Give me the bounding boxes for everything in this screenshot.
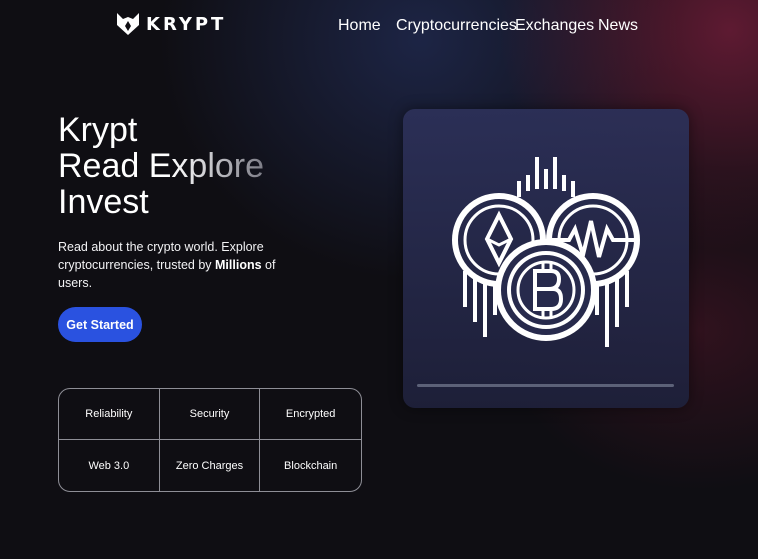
get-started-button[interactable]: Get Started	[58, 307, 142, 342]
hero-line-2: Read Explore	[58, 147, 265, 185]
feature-security: Security	[159, 389, 261, 440]
hero-heading: Krypt Read Explore Invest	[58, 112, 264, 220]
brand-name: KRYPT	[146, 13, 227, 35]
feature-web3: Web 3.0	[59, 440, 160, 491]
crypto-card	[403, 109, 689, 408]
nav-cryptocurrencies[interactable]: Cryptocurrencies	[396, 17, 517, 35]
nav-news[interactable]: News	[598, 17, 638, 35]
feature-zero-charges: Zero Charges	[160, 440, 261, 491]
nav-home[interactable]: Home	[338, 17, 381, 35]
hero-description: Read about the crypto world. Explore cry…	[58, 238, 288, 292]
hero-desc-bold: Millions	[215, 258, 262, 272]
fox-head-icon	[117, 13, 139, 35]
brand-logo[interactable]: KRYPT	[115, 11, 226, 37]
top-navbar: KRYPT Home Cryptocurrencies Exchanges Ne…	[0, 0, 758, 48]
feature-blockchain: Blockchain	[284, 459, 338, 472]
crypto-coins-icon	[452, 157, 640, 347]
nav-exchanges[interactable]: Exchanges	[515, 17, 594, 35]
hero-line-3: Invest	[58, 183, 149, 221]
feature-encrypted: Encrypted	[260, 389, 361, 440]
hero-line-1: Krypt	[58, 111, 138, 149]
card-divider	[417, 384, 674, 387]
features-grid: Reliability Security Encrypted Web 3.0 Z…	[58, 388, 362, 492]
feature-reliability: Reliability	[59, 389, 160, 440]
